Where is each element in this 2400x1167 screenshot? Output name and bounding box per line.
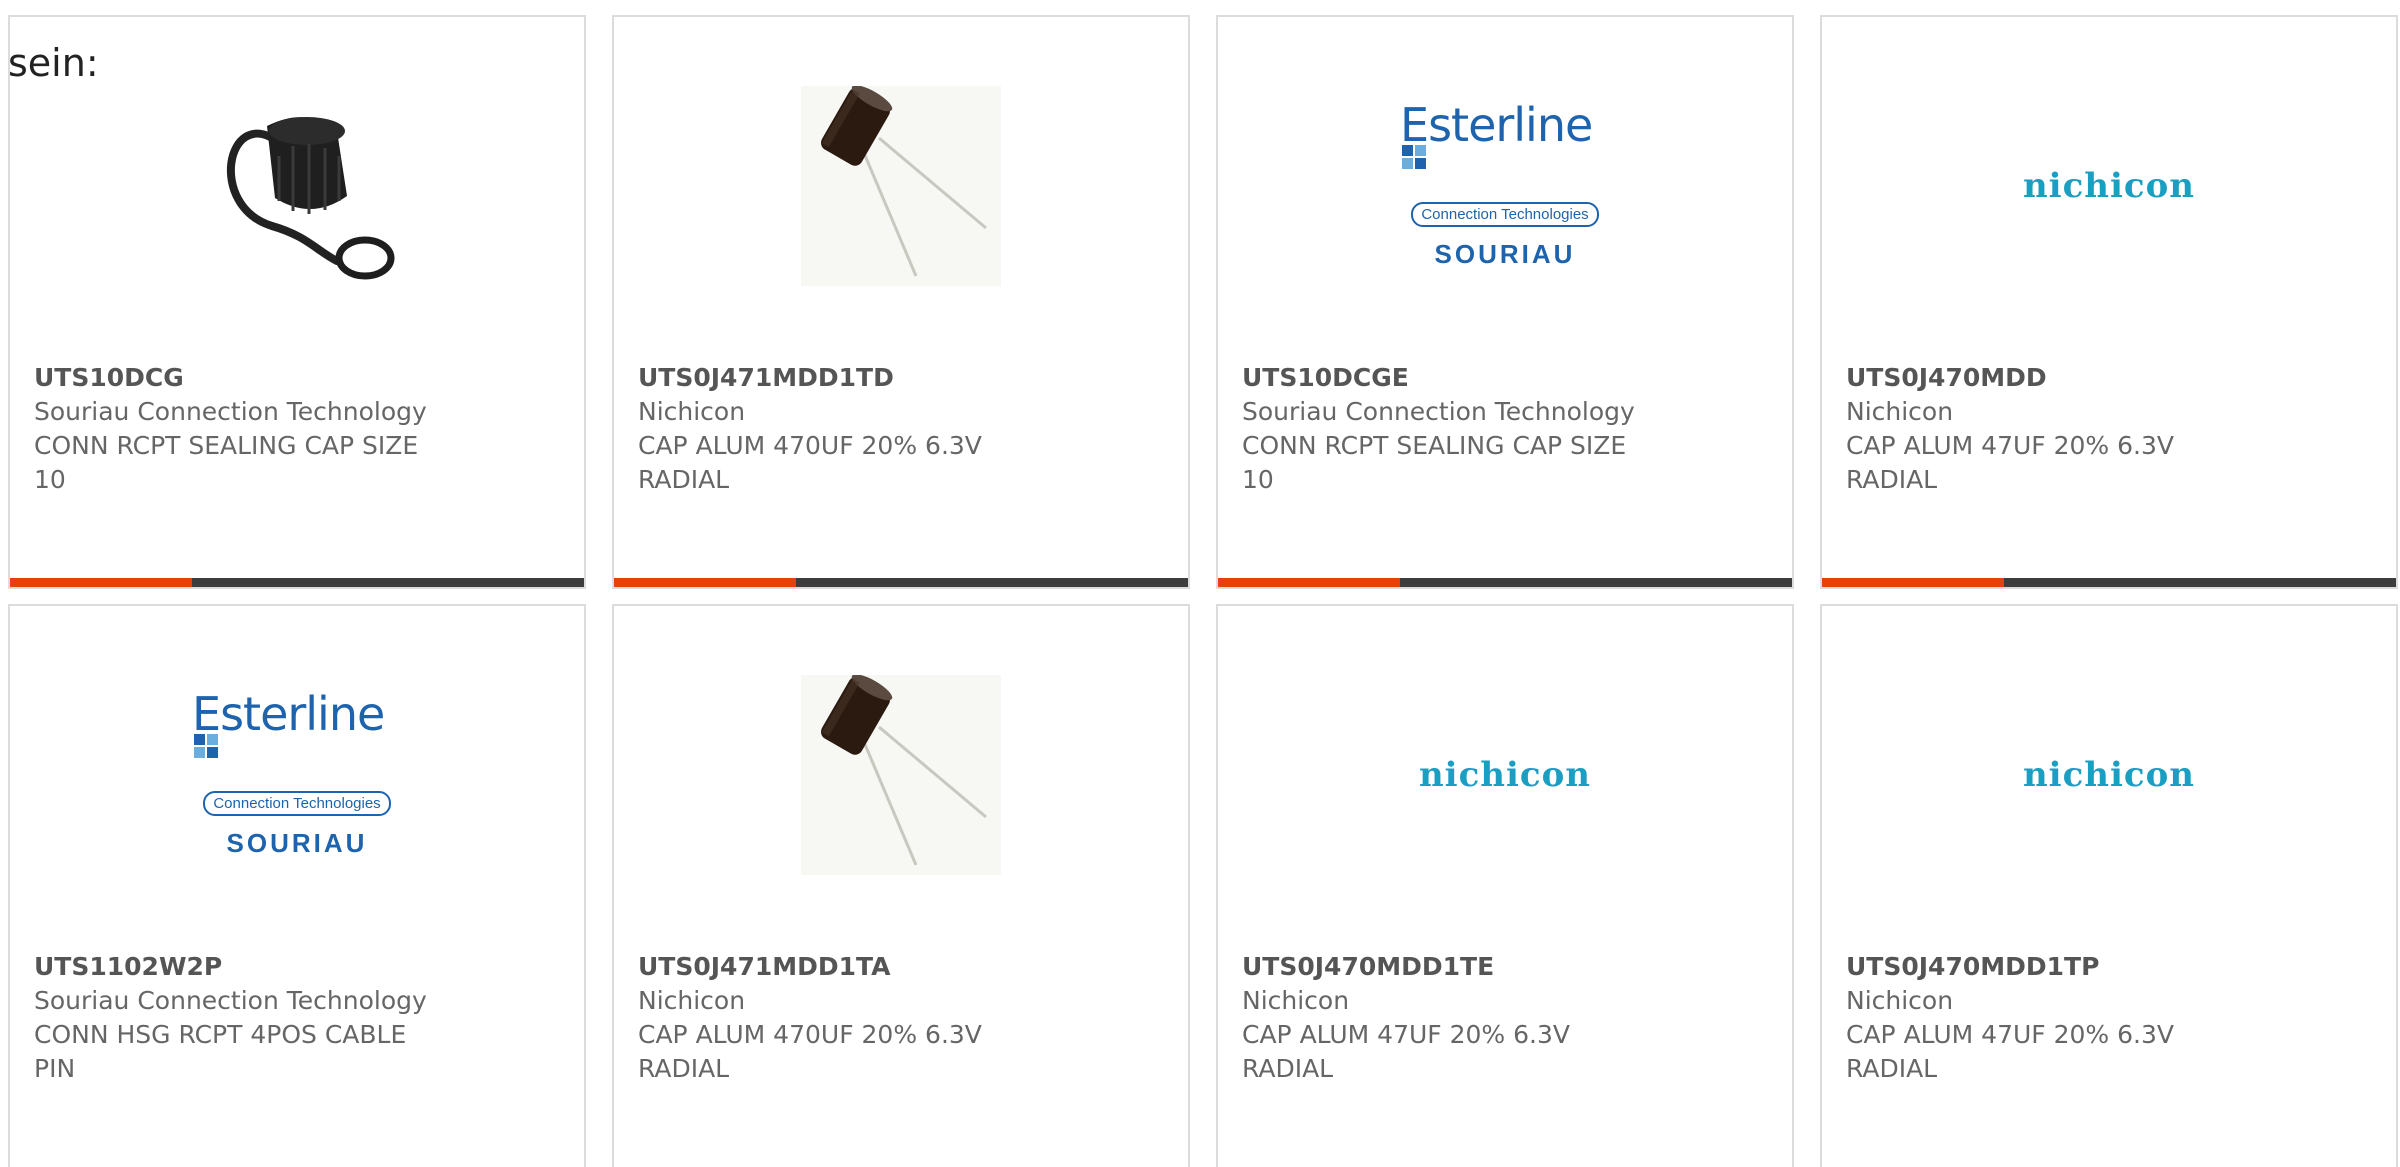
description-line: 10 (1242, 465, 1274, 494)
product-info: UTS0J470MDD1TP Nichicon CAP ALUM 47UF 20… (1846, 950, 2266, 1086)
product-info: UTS10DCGE Souriau Connection Technology … (1242, 361, 1662, 497)
card-accent-segment (614, 578, 796, 587)
product-info: UTS10DCG Souriau Connection Technology C… (34, 361, 454, 497)
esterline-souriau-logo: Esterline Connection Technologies SOURIA… (192, 691, 402, 859)
product-card[interactable]: nichicon UTS0J470MDD Nichicon CAP ALUM 4… (1820, 15, 2398, 589)
part-number-link[interactable]: UTS0J470MDD (1846, 361, 2266, 395)
capacitor-image (801, 674, 1001, 875)
nichicon-logo: nichicon (2022, 754, 2196, 795)
product-info: UTS0J471MDD1TD Nichicon CAP ALUM 470UF 2… (638, 361, 1058, 497)
description-line: RADIAL (638, 465, 730, 494)
product-thumbnail[interactable] (10, 83, 584, 288)
description-line: CAP ALUM 47UF 20% 6.3V (1846, 1020, 2174, 1049)
product-card[interactable]: UTS0J471MDD1TA Nichicon CAP ALUM 470UF 2… (612, 604, 1190, 1167)
description-line: PIN (34, 1054, 76, 1083)
sealing-cap-image (197, 85, 397, 286)
manufacturer-name: Nichicon (1846, 986, 1954, 1015)
description-line: RADIAL (1846, 465, 1938, 494)
product-grid: UTS10DCG Souriau Connection Technology C… (8, 15, 2400, 1167)
part-number-link[interactable]: UTS10DCGE (1242, 361, 1662, 395)
part-number-link[interactable]: UTS0J471MDD1TD (638, 361, 1058, 395)
esterline-logo-word: Esterline (192, 691, 402, 783)
product-card[interactable]: nichicon UTS0J470MDD1TE Nichicon CAP ALU… (1216, 604, 1794, 1167)
intro-text: sein: (8, 41, 99, 85)
card-accent-bar (10, 578, 584, 587)
part-number-link[interactable]: UTS1102W2P (34, 950, 454, 984)
manufacturer-name: Nichicon (1846, 397, 1954, 426)
product-info: UTS1102W2P Souriau Connection Technology… (34, 950, 454, 1086)
souriau-logo-word: SOURIAU (1434, 238, 1576, 269)
manufacturer-name: Nichicon (638, 986, 746, 1015)
product-card[interactable]: Esterline Connection Technologies SOURIA… (1216, 15, 1794, 589)
product-thumbnail[interactable] (614, 83, 1188, 288)
product-card[interactable]: UTS10DCG Souriau Connection Technology C… (8, 15, 586, 589)
description-line: CONN HSG RCPT 4POS CABLE (34, 1020, 407, 1049)
product-info: UTS0J470MDD Nichicon CAP ALUM 47UF 20% 6… (1846, 361, 2266, 497)
product-thumbnail[interactable]: Esterline Connection Technologies SOURIA… (1218, 83, 1792, 288)
manufacturer-name: Souriau Connection Technology (1242, 397, 1635, 426)
esterline-mark-icon (1402, 144, 1426, 169)
esterline-mark-icon (194, 733, 218, 758)
description-line: CAP ALUM 47UF 20% 6.3V (1242, 1020, 1570, 1049)
product-thumbnail[interactable]: nichicon (1822, 672, 2396, 877)
description-line: CAP ALUM 470UF 20% 6.3V (638, 1020, 982, 1049)
description-line: CAP ALUM 470UF 20% 6.3V (638, 431, 982, 460)
souriau-logo-word: SOURIAU (226, 827, 368, 858)
part-number-link[interactable]: UTS10DCG (34, 361, 454, 395)
nichicon-logo: nichicon (1418, 754, 1592, 795)
esterline-souriau-logo: Esterline Connection Technologies SOURIA… (1400, 102, 1610, 270)
card-accent-bar (614, 578, 1188, 587)
description-line: RADIAL (638, 1054, 730, 1083)
card-accent-segment (1218, 578, 1400, 587)
description-line: CONN RCPT SEALING CAP SIZE (1242, 431, 1627, 460)
product-card[interactable]: nichicon UTS0J470MDD1TP Nichicon CAP ALU… (1820, 604, 2398, 1167)
product-thumbnail[interactable]: nichicon (1218, 672, 1792, 877)
description-line: RADIAL (1242, 1054, 1334, 1083)
part-number-link[interactable]: UTS0J470MDD1TE (1242, 950, 1662, 984)
description-line: 10 (34, 465, 66, 494)
part-number-link[interactable]: UTS0J470MDD1TP (1846, 950, 2266, 984)
description-line: CAP ALUM 47UF 20% 6.3V (1846, 431, 2174, 460)
product-card[interactable]: Esterline Connection Technologies SOURIA… (8, 604, 586, 1167)
manufacturer-name: Nichicon (1242, 986, 1350, 1015)
esterline-logo-subtitle: Connection Technologies (203, 790, 391, 816)
product-info: UTS0J471MDD1TA Nichicon CAP ALUM 470UF 2… (638, 950, 1058, 1086)
product-thumbnail[interactable]: Esterline Connection Technologies SOURIA… (10, 672, 584, 877)
manufacturer-name: Souriau Connection Technology (34, 986, 427, 1015)
manufacturer-name: Nichicon (638, 397, 746, 426)
product-thumbnail[interactable]: nichicon (1822, 83, 2396, 288)
description-line: RADIAL (1846, 1054, 1938, 1083)
capacitor-image (801, 85, 1001, 286)
product-info: UTS0J470MDD1TE Nichicon CAP ALUM 47UF 20… (1242, 950, 1662, 1086)
product-card[interactable]: UTS0J471MDD1TD Nichicon CAP ALUM 470UF 2… (612, 15, 1190, 589)
product-thumbnail[interactable] (614, 672, 1188, 877)
manufacturer-name: Souriau Connection Technology (34, 397, 427, 426)
card-accent-segment (10, 578, 192, 587)
part-number-link[interactable]: UTS0J471MDD1TA (638, 950, 1058, 984)
card-accent-bar (1218, 578, 1792, 587)
nichicon-logo: nichicon (2022, 165, 2196, 206)
esterline-logo-subtitle: Connection Technologies (1411, 201, 1599, 227)
card-accent-segment (1822, 578, 2004, 587)
esterline-logo-word: Esterline (1400, 102, 1610, 194)
card-accent-bar (1822, 578, 2396, 587)
description-line: CONN RCPT SEALING CAP SIZE (34, 431, 419, 460)
page: sein: UTS10DCG Souriau Connection Techno… (0, 0, 2400, 1167)
